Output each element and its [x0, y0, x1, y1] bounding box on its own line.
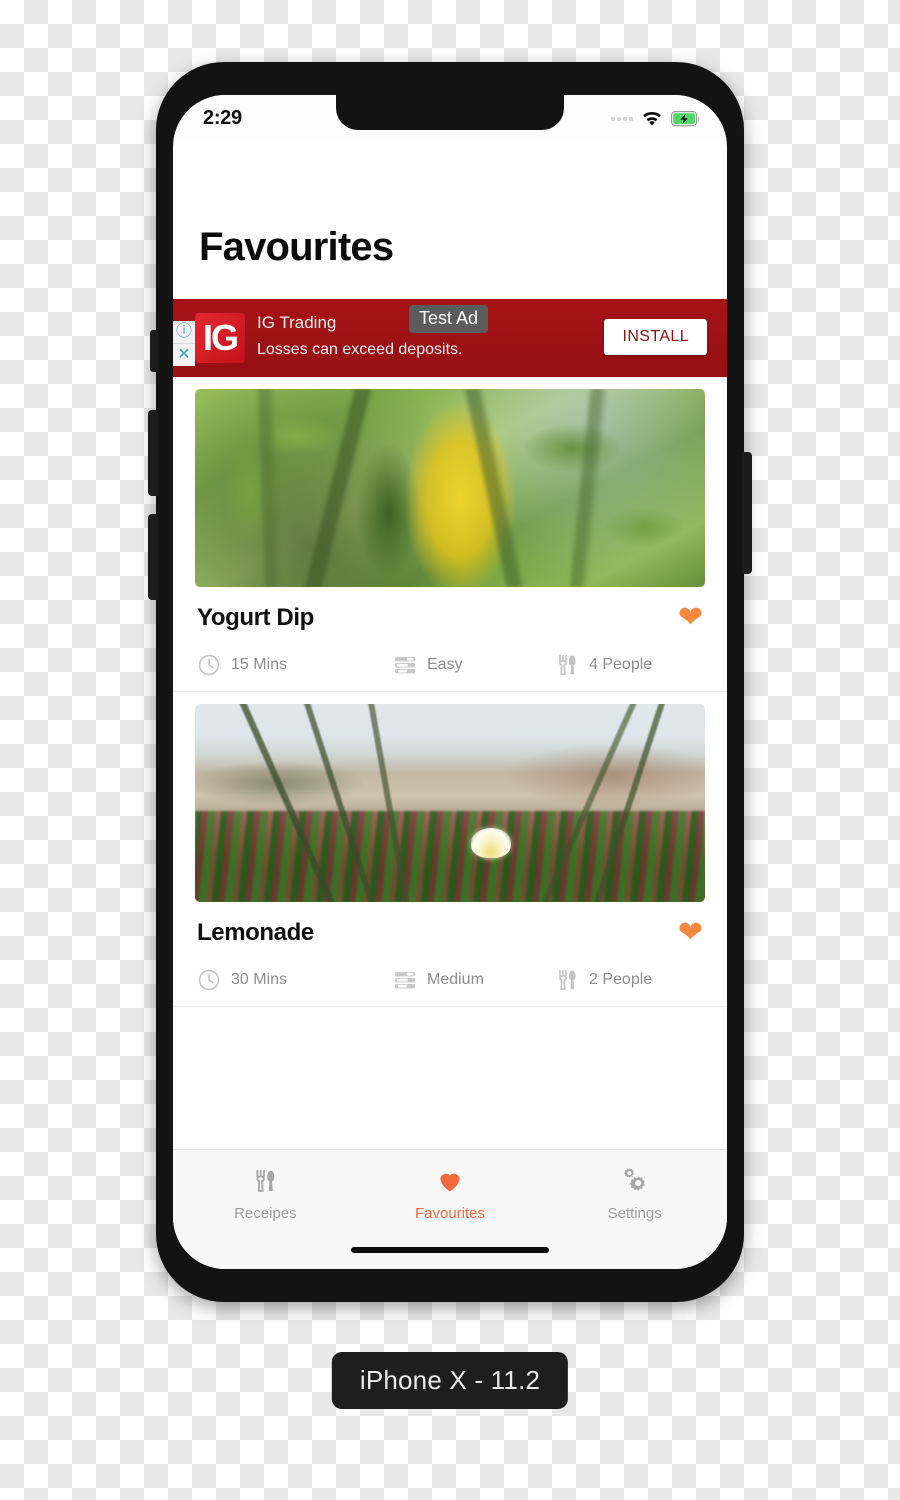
signal-dots-icon: [611, 116, 633, 121]
tab-label: Settings: [607, 1205, 662, 1222]
tab-receipes[interactable]: Receipes: [173, 1166, 358, 1269]
fork-knife-icon: [252, 1166, 278, 1196]
screen-notch: [336, 95, 564, 130]
tab-settings[interactable]: Settings: [542, 1166, 727, 1269]
phone-device-frame: 2:29 Favourites ⓘ ✕ IG IG Trading Losses…: [148, 62, 752, 1302]
info-icon[interactable]: ⓘ: [173, 321, 195, 344]
recipe-details: Yogurt Dip ❤ 15 Mins Easy 4 People: [173, 603, 727, 677]
phone-screen: 2:29 Favourites ⓘ ✕ IG IG Trading Losses…: [173, 95, 727, 1269]
recipe-difficulty: Medium: [393, 968, 555, 992]
recipe-details: Lemonade ❤ 30 Mins Medium 2 People: [173, 918, 727, 992]
clock-icon: [198, 654, 220, 676]
tune-sliders-icon: [395, 972, 415, 989]
heart-filled-icon[interactable]: ❤: [678, 603, 703, 633]
recipe-servings-label: 2 People: [589, 971, 653, 988]
recipe-servings-label: 4 People: [589, 656, 653, 673]
ad-test-label: Test Ad: [409, 305, 489, 333]
home-indicator[interactable]: [351, 1247, 549, 1253]
tab-label: Favourites: [414, 1205, 486, 1222]
recipe-difficulty-label: Medium: [427, 971, 484, 988]
heart-filled-icon: [436, 1166, 464, 1196]
recipe-card[interactable]: Lemonade ❤ 30 Mins Medium 2 People: [173, 704, 727, 1007]
favourites-list[interactable]: Yogurt Dip ❤ 15 Mins Easy 4 People Lemon…: [173, 377, 727, 1149]
recipe-meta: 15 Mins Easy 4 People: [197, 653, 703, 677]
recipe-photo: [195, 389, 705, 587]
bottom-tab-bar: Receipes Favourites Settings: [173, 1149, 727, 1269]
device-label: iPhone X - 11.2: [331, 1352, 569, 1409]
recipe-time-label: 30 Mins: [231, 971, 288, 988]
flower-highlight: [470, 827, 511, 858]
recipe-servings: 4 People: [555, 653, 652, 677]
gears-icon: [620, 1166, 650, 1196]
mute-switch-button[interactable]: [150, 330, 158, 372]
power-button[interactable]: [742, 452, 752, 574]
battery-charging-icon: [671, 110, 700, 126]
recipe-photo: [195, 704, 705, 902]
recipe-title: Yogurt Dip: [197, 604, 314, 631]
ad-controls: ⓘ ✕: [173, 321, 195, 366]
clock-icon: [198, 969, 220, 991]
status-time: 2:29: [203, 106, 242, 129]
ad-banner[interactable]: ⓘ ✕ IG IG Trading Losses can exceed depo…: [173, 299, 727, 377]
recipe-difficulty-label: Easy: [427, 656, 463, 673]
recipe-time-label: 15 Mins: [231, 656, 288, 673]
recipe-time: 30 Mins: [197, 968, 393, 992]
recipe-servings: 2 People: [555, 968, 652, 992]
fork-knife-icon: [559, 969, 576, 991]
volume-down-button[interactable]: [148, 514, 158, 600]
recipe-difficulty: Easy: [393, 653, 555, 677]
volume-up-button[interactable]: [148, 410, 158, 496]
status-indicators: [611, 110, 701, 127]
tab-favourites[interactable]: Favourites: [358, 1166, 543, 1269]
heart-filled-icon[interactable]: ❤: [678, 918, 703, 948]
recipe-card[interactable]: Yogurt Dip ❤ 15 Mins Easy 4 People: [173, 389, 727, 692]
recipe-title-row: Lemonade ❤: [197, 918, 703, 948]
page-title: Favourites: [199, 225, 394, 269]
ad-body-text: Losses can exceed deposits.: [257, 341, 463, 358]
wifi-icon: [643, 111, 661, 125]
recipe-meta: 30 Mins Medium 2 People: [197, 968, 703, 992]
tune-sliders-icon: [395, 657, 415, 674]
recipe-title-row: Yogurt Dip ❤: [197, 603, 703, 633]
close-icon[interactable]: ✕: [173, 344, 195, 366]
fork-knife-icon: [559, 654, 576, 676]
ad-advertiser-logo: IG: [195, 313, 245, 363]
ad-install-button[interactable]: INSTALL: [604, 319, 707, 355]
tab-label: Receipes: [234, 1205, 297, 1222]
recipe-time: 15 Mins: [197, 653, 393, 677]
recipe-title: Lemonade: [197, 919, 314, 946]
